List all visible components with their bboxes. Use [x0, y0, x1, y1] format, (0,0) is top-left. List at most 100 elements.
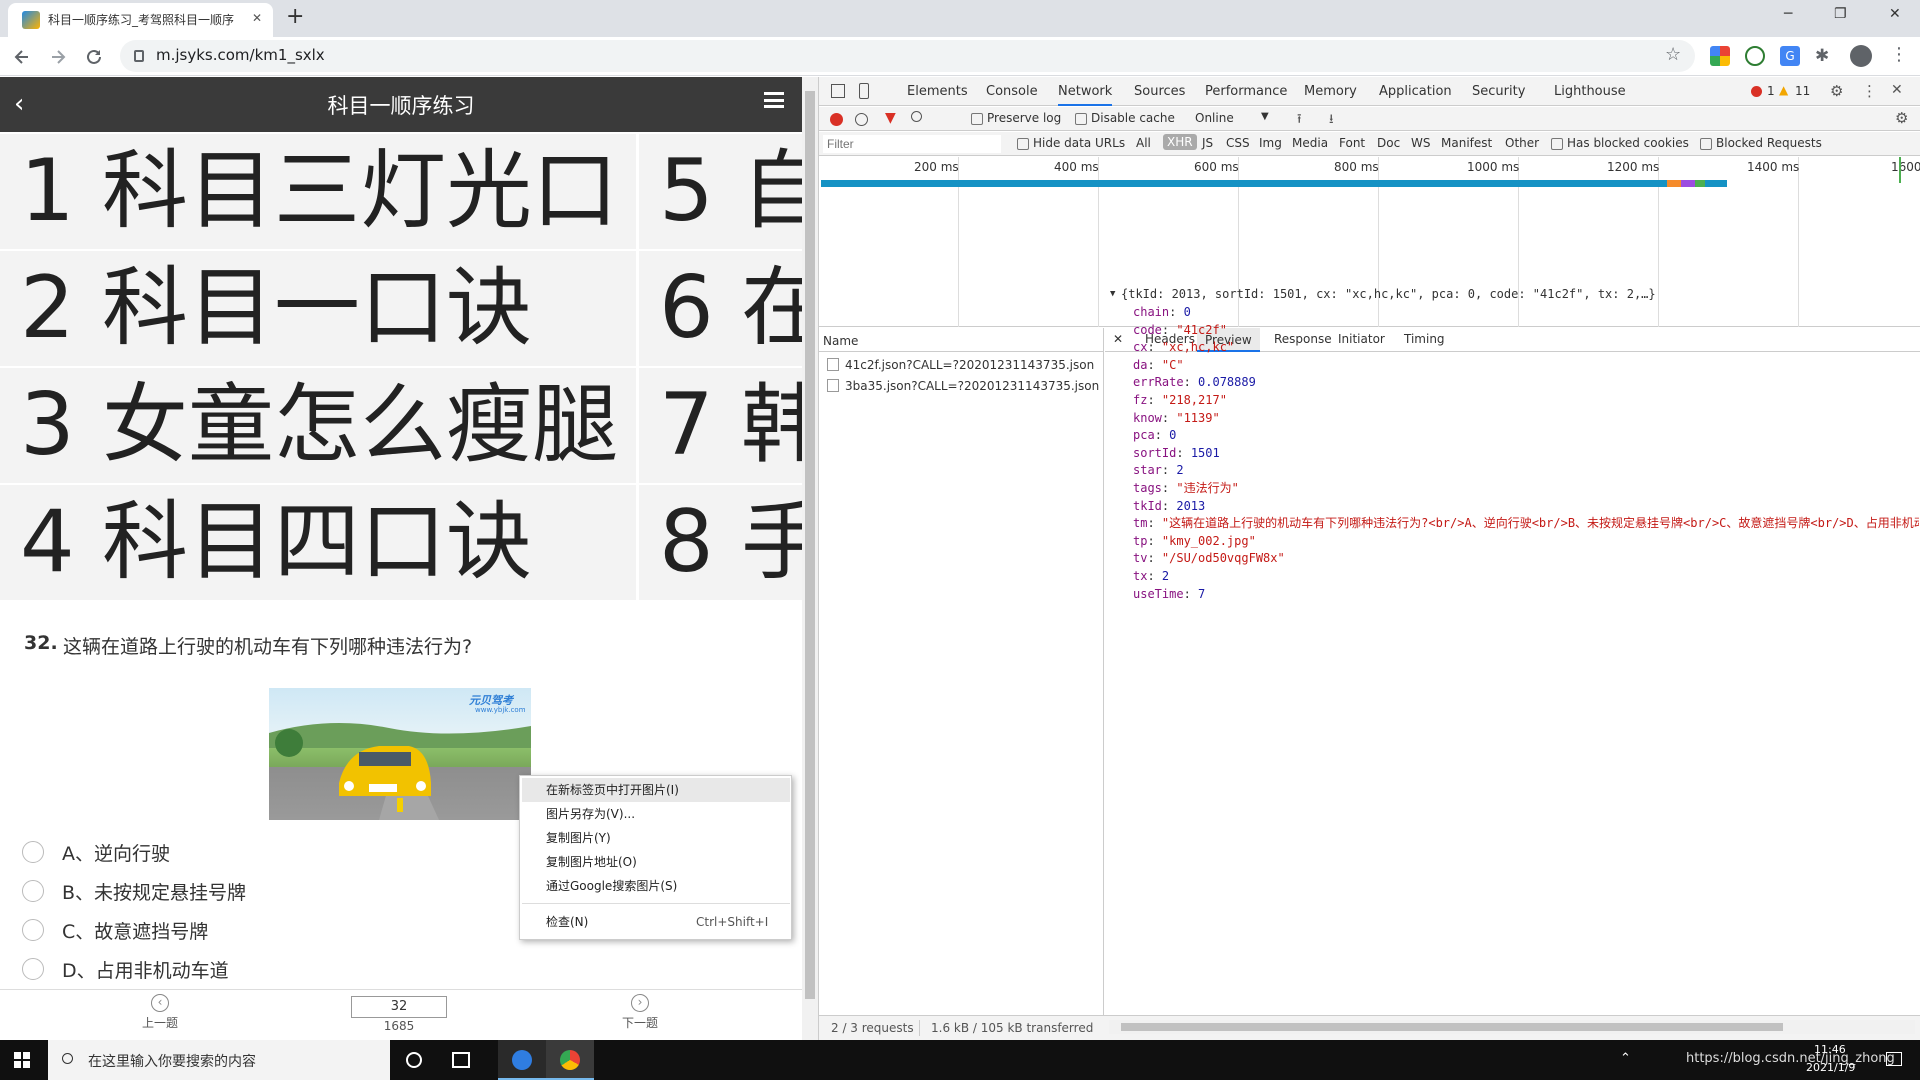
transfer-size: 1.6 kB / 105 kB transferred — [931, 1021, 1094, 1035]
ad-link-1[interactable]: 1 科目三灯光口 — [0, 134, 636, 249]
expand-triangle-icon[interactable]: ▼ — [1110, 289, 1115, 299]
task-view-icon[interactable] — [452, 1052, 470, 1068]
ad-link-7[interactable]: 7 韩 — [639, 368, 802, 483]
notification-icon[interactable] — [1886, 1052, 1902, 1066]
question-number: 32. — [24, 632, 58, 654]
extension-color-icon[interactable] — [1710, 46, 1730, 66]
json-separator: : — [1161, 481, 1177, 495]
json-separator: : — [1183, 375, 1199, 390]
json-key: tv — [1133, 551, 1148, 566]
ad-link-4[interactable]: 4 科目四口诀 — [0, 485, 636, 600]
menu-copy-image[interactable]: 复制图片(Y) — [546, 826, 611, 850]
h-scrollbar-thumb[interactable] — [1121, 1023, 1783, 1031]
option-d[interactable]: D、占用非机动车道 — [22, 951, 229, 987]
json-value: "218,217" — [1161, 393, 1227, 407]
h-scrollbar[interactable] — [1109, 1020, 1915, 1034]
json-field-row[interactable]: cx: "xc,hc,kc" — [1133, 339, 1234, 357]
menu-save-image-as[interactable]: 图片另存为(V)... — [546, 802, 635, 826]
menu-open-image-new-tab[interactable]: 在新标签页中打开图片(I) — [546, 778, 679, 802]
menu-search-image-google[interactable]: 通过Google搜索图片(S) — [546, 874, 677, 898]
chrome-menu-icon[interactable]: ⋮ — [1890, 44, 1908, 65]
address-bar[interactable]: m.jsyks.com/km1_sxlx ☆ — [120, 40, 1695, 72]
json-field-row[interactable]: know: "1139" — [1133, 410, 1220, 428]
menu-copy-image-address[interactable]: 复制图片地址(O) — [546, 850, 637, 874]
translate-icon[interactable]: G — [1780, 46, 1800, 66]
json-key: know — [1133, 410, 1162, 425]
json-field-row[interactable]: da: "C" — [1133, 357, 1184, 375]
radio-circle-icon[interactable] — [22, 841, 44, 863]
json-key: tags — [1133, 481, 1162, 495]
chevron-right-icon: › — [631, 994, 649, 1012]
question-progress[interactable]: 32 1685 — [351, 996, 447, 1033]
forward-arrow-icon[interactable] — [46, 45, 70, 69]
ad-link-8[interactable]: 8 手 — [639, 485, 802, 600]
clock-time[interactable]: 11:46 — [1814, 1043, 1846, 1056]
ad-link-6[interactable]: 6 在 — [639, 251, 802, 366]
json-field-row[interactable]: star: 2 — [1133, 462, 1184, 480]
json-value: 0 — [1169, 428, 1177, 443]
chrome-app-icon[interactable] — [546, 1040, 594, 1080]
json-field-row[interactable]: tx: 2 — [1133, 568, 1169, 586]
json-field-row[interactable]: useTime: 7 — [1133, 586, 1205, 604]
prev-question-button[interactable]: ‹ 上一题 — [120, 994, 200, 1031]
cortana-icon[interactable] — [406, 1052, 422, 1068]
tab-close-icon[interactable]: ✕ — [252, 11, 262, 25]
radio-circle-icon[interactable] — [22, 880, 44, 902]
json-separator: : — [1161, 410, 1177, 425]
json-field-row[interactable]: errRate: 0.078889 — [1133, 374, 1256, 392]
json-summary[interactable]: {tkId: 2013, sortId: 1501, cx: "xc,hc,kc… — [1121, 286, 1656, 304]
extensions-puzzle-icon[interactable]: ✱ — [1815, 46, 1829, 66]
json-field-row[interactable]: fz: "218,217" — [1133, 392, 1227, 410]
reload-icon[interactable] — [82, 45, 106, 69]
extension-sync-icon[interactable] — [1745, 46, 1765, 66]
tray-watermark-text: https://blog.csdn.net/jing_zhong — [1686, 1051, 1895, 1066]
maximize-button[interactable]: ❐ — [1834, 6, 1847, 22]
json-value: "41c2f" — [1176, 322, 1227, 337]
json-field-row[interactable]: code: "41c2f" — [1133, 322, 1227, 340]
tray-chevron-icon[interactable]: ⌃ — [1620, 1051, 1631, 1066]
profile-avatar-icon[interactable] — [1850, 45, 1872, 67]
option-b[interactable]: B、未按规定悬挂号牌 — [22, 873, 246, 909]
taskbar-search[interactable]: 在这里输入你要搜索的内容 — [48, 1040, 390, 1080]
json-separator: : — [1147, 357, 1162, 372]
json-field-row[interactable]: tkId: 2013 — [1133, 498, 1205, 516]
minimize-button[interactable]: ─ — [1784, 6, 1792, 22]
json-field-row[interactable]: tm: "这辆在道路上行驶的机动车有下列哪种违法行为?<br/>A、逆向行驶<b… — [1133, 515, 1919, 533]
ad-link-5[interactable]: 5 自 — [639, 134, 802, 249]
json-value: "1139" — [1176, 410, 1220, 425]
json-field-row[interactable]: tags: "违法行为" — [1133, 480, 1239, 498]
json-field-row[interactable]: sortId: 1501 — [1133, 445, 1220, 463]
clock-date[interactable]: 2021/1/9 — [1806, 1061, 1855, 1074]
next-question-button[interactable]: › 下一题 — [600, 994, 680, 1031]
json-field-row[interactable]: tp: "kmy_002.jpg" — [1133, 533, 1256, 551]
option-a[interactable]: A、逆向行驶 — [22, 834, 170, 870]
lock-icon[interactable] — [134, 50, 144, 62]
browser-tab[interactable]: 科目一顺序练习_考驾照科目一顺序 ✕ — [8, 3, 273, 37]
close-window-button[interactable]: ✕ — [1889, 6, 1901, 22]
menu-hamburger-icon[interactable] — [764, 92, 784, 108]
app-s-icon[interactable] — [498, 1040, 546, 1080]
json-value: 0 — [1183, 305, 1191, 319]
radio-circle-icon[interactable] — [22, 958, 44, 980]
radio-circle-icon[interactable] — [22, 919, 44, 941]
new-tab-button[interactable]: + — [286, 4, 304, 29]
page-scrollbar-thumb[interactable] — [805, 91, 815, 999]
current-question-box[interactable]: 32 — [351, 996, 447, 1018]
menu-inspect[interactable]: 检查(N) — [546, 910, 588, 934]
back-arrow-icon[interactable] — [10, 45, 34, 69]
question-image[interactable]: 元贝驾考 www.ybjk.com — [269, 688, 531, 820]
ad-link-2[interactable]: 2 科目一口诀 — [0, 251, 636, 366]
json-separator: : — [1154, 428, 1170, 443]
ad-link-3[interactable]: 3 女童怎么瘦腿 — [0, 368, 636, 483]
json-field-row[interactable]: chain: 0 — [1133, 304, 1191, 322]
json-value: 1501 — [1190, 445, 1220, 460]
option-c[interactable]: C、故意遮挡号牌 — [22, 912, 208, 948]
page-scrollbar[interactable] — [802, 77, 818, 1040]
json-field-row[interactable]: tv: "/SU/od50vqgFW8x" — [1133, 550, 1285, 568]
bookmark-star-icon[interactable]: ☆ — [1665, 44, 1681, 65]
json-key: star — [1133, 463, 1162, 478]
json-value: "xc,hc,kc" — [1161, 340, 1235, 355]
windows-start-icon[interactable] — [14, 1052, 30, 1068]
json-field-row[interactable]: pca: 0 — [1133, 427, 1176, 445]
site-favicon-icon — [22, 11, 40, 29]
